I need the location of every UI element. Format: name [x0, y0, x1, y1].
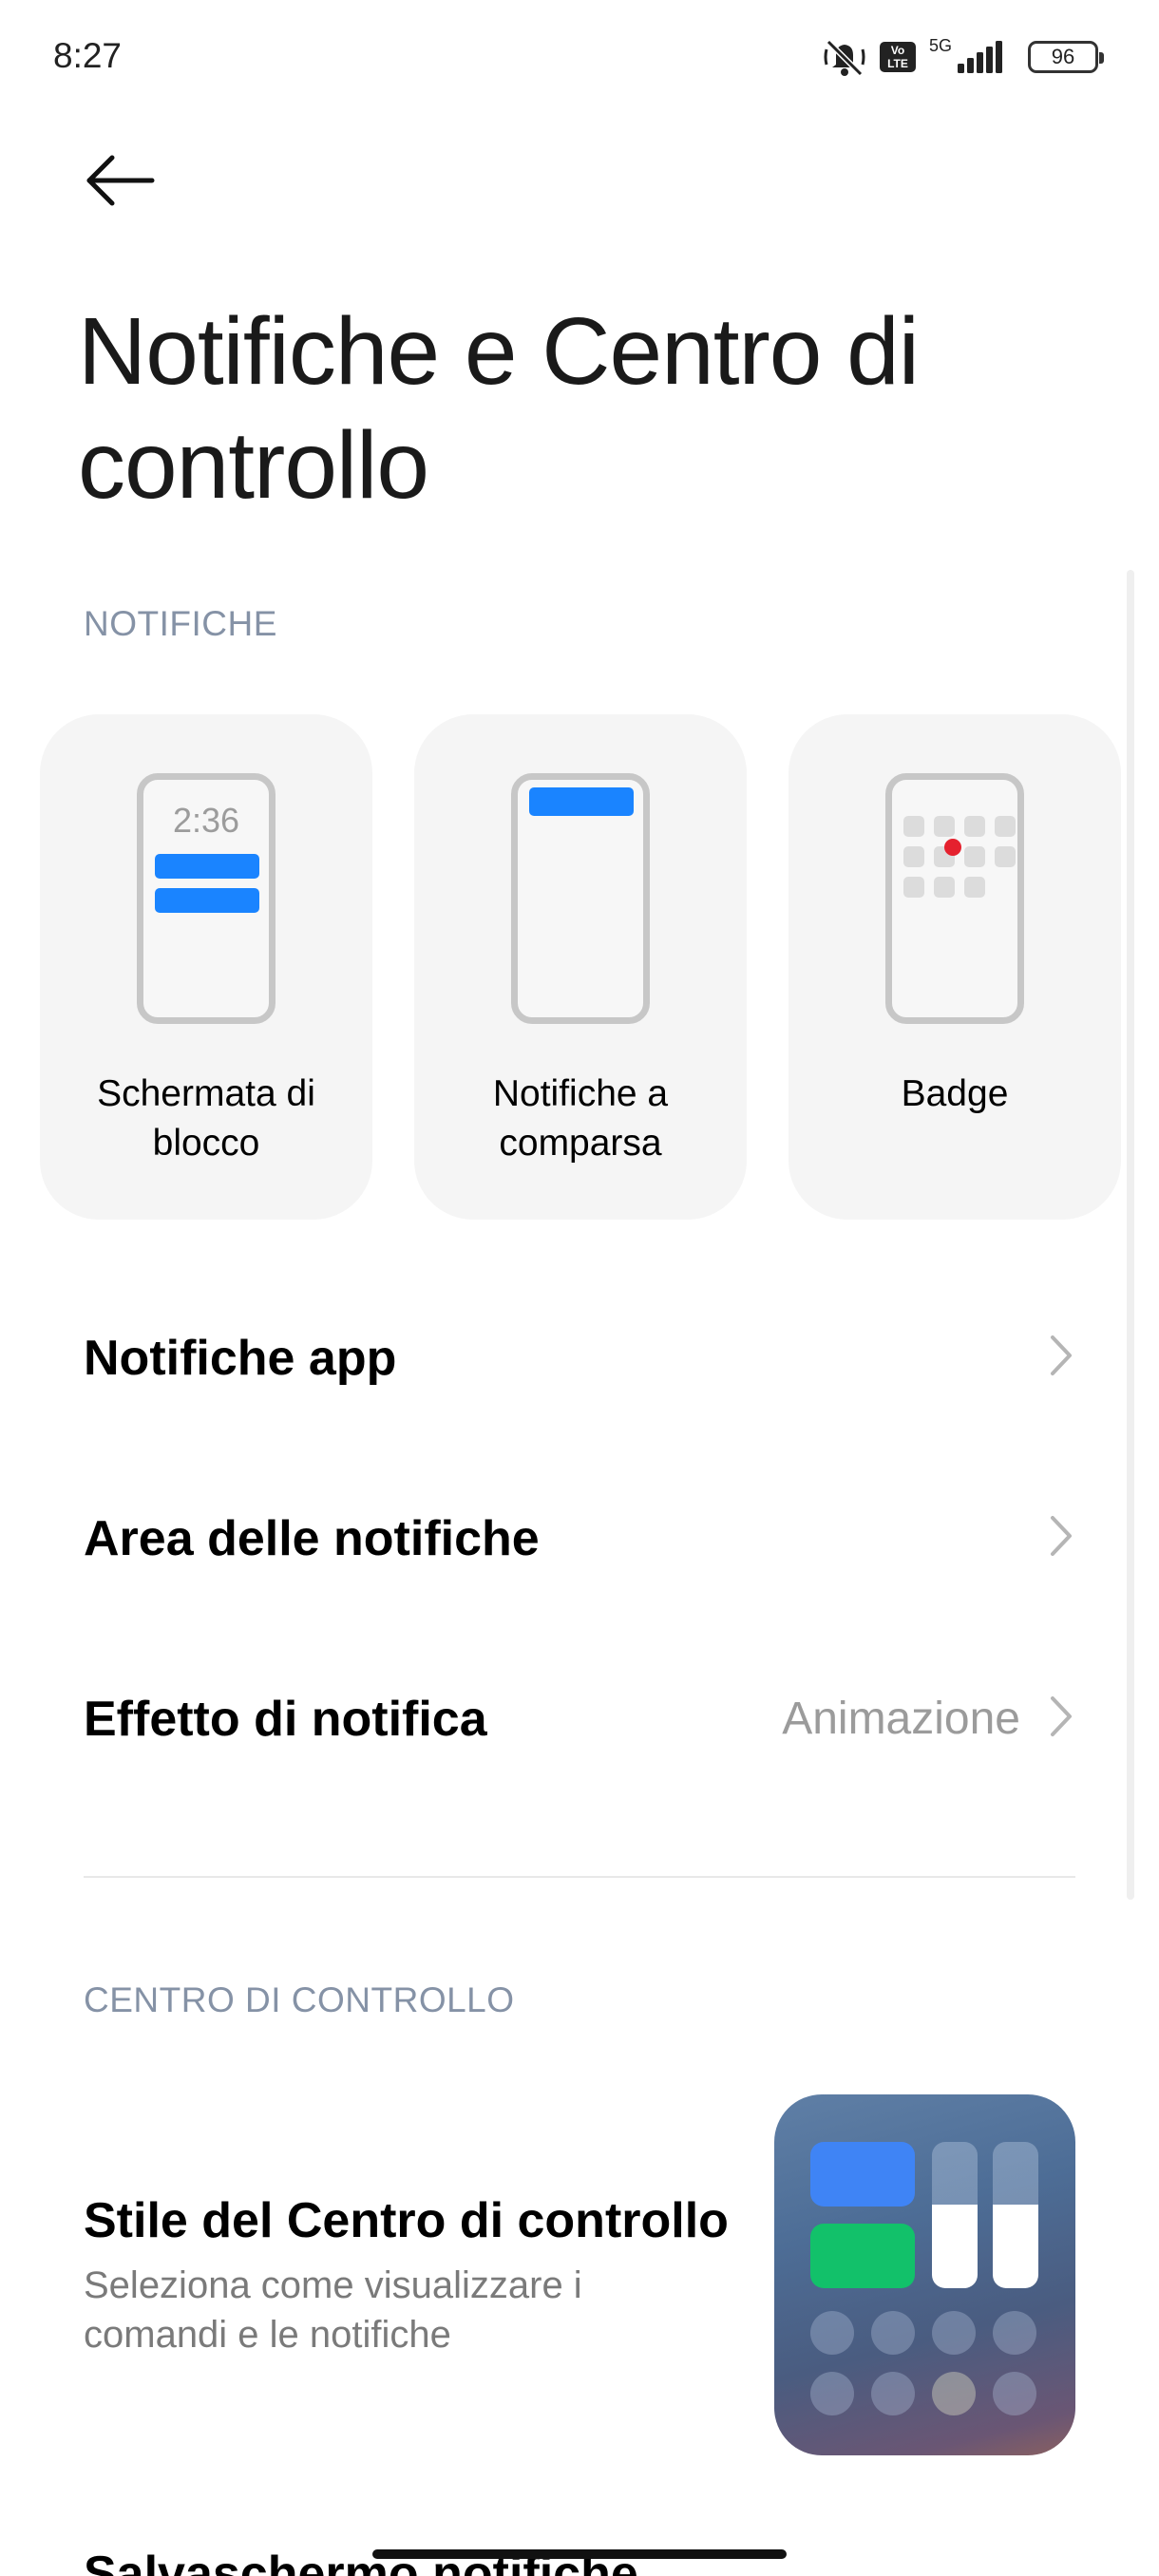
preview-toggle [810, 2311, 854, 2355]
row-label: Notifiche app [84, 1331, 397, 1386]
card-lock-screen[interactable]: 2:36 Schermata di blocco [40, 714, 372, 1220]
status-time: 8:27 [53, 36, 123, 75]
row-value: Animazione [782, 1694, 1020, 1744]
page-title: Notifiche e Centro di controllo [78, 298, 920, 519]
badge-preview-icon [885, 773, 1024, 1024]
preview-toggle [810, 2372, 854, 2415]
chevron-right-icon [1051, 1696, 1072, 1736]
section-divider [84, 1876, 1075, 1878]
preview-slider [932, 2142, 978, 2288]
preview-toggle [871, 2311, 915, 2355]
app-icon-placeholder [934, 816, 955, 837]
preview-tile [810, 2224, 915, 2288]
signal-icon [958, 41, 1005, 73]
notification-style-cards: 2:36 Schermata di blocco Notifiche a com… [40, 714, 1123, 1220]
section-header-control-center: CENTRO DI CONTROLLO [84, 1980, 515, 2019]
status-bar: 8:27 Vo LTE 5G 96 [0, 0, 1159, 114]
badge-dot-icon [944, 839, 961, 856]
app-icon-placeholder [995, 816, 1016, 837]
preview-notification-bar [155, 888, 259, 913]
preview-toggle [932, 2372, 976, 2415]
mute-icon [823, 36, 866, 78]
preview-time: 2:36 [172, 801, 240, 840]
app-icon-placeholder [964, 846, 985, 867]
preview-notification-bar [155, 854, 259, 879]
row-control-center-style[interactable]: Stile del Centro di controllo Seleziona … [84, 2090, 1075, 2460]
section-header-notifications: NOTIFICHE [84, 604, 277, 643]
row-notification-effect[interactable]: Effetto di notifica Animazione [84, 1662, 1075, 1767]
preview-tile [810, 2142, 915, 2207]
app-icon-placeholder [964, 816, 985, 837]
home-indicator[interactable] [372, 2549, 787, 2559]
card-floating-notifications[interactable]: Notifiche a comparsa [414, 714, 747, 1220]
status-icons: Vo LTE 5G 96 [823, 35, 1104, 78]
preview-notification-bar [529, 787, 634, 816]
app-icon-placeholder [903, 846, 924, 867]
card-badge[interactable]: Badge [788, 714, 1121, 1220]
app-icon-placeholder [995, 846, 1016, 867]
row-title: Stile del Centro di controllo [84, 2193, 729, 2248]
card-label: Schermata di blocco [97, 1073, 315, 1164]
floating-notification-preview-icon [511, 773, 650, 1024]
battery-level: 96 [1051, 45, 1075, 68]
app-icon-placeholder [964, 877, 985, 898]
app-icon-placeholder [903, 816, 924, 837]
row-description: Seleziona come visualizzare i comandi e … [84, 2264, 582, 2356]
lock-screen-preview-icon: 2:36 [137, 773, 276, 1024]
back-arrow-icon [86, 155, 155, 206]
row-label: Area delle notifiche [84, 1511, 540, 1566]
preview-toggle [993, 2311, 1036, 2355]
chevron-right-icon [1051, 1335, 1072, 1375]
app-icon-placeholder [903, 877, 924, 898]
scrollbar[interactable] [1127, 570, 1134, 1900]
network-type-label: 5G [928, 35, 952, 55]
preview-slider [993, 2142, 1038, 2288]
preview-toggle [993, 2372, 1036, 2415]
card-label: Badge [901, 1073, 1009, 1114]
battery-icon: 96 [1028, 41, 1104, 73]
chevron-right-icon [1051, 1516, 1072, 1556]
row-app-notifications[interactable]: Notifiche app [84, 1301, 1075, 1406]
preview-toggle [932, 2311, 976, 2355]
control-center-preview-icon [774, 2094, 1075, 2455]
back-button[interactable] [80, 152, 162, 209]
row-label: Effetto di notifica [84, 1692, 487, 1747]
volte-icon: Vo LTE [879, 42, 916, 72]
card-label: Notifiche a comparsa [492, 1073, 669, 1164]
app-icon-placeholder [934, 877, 955, 898]
row-notification-shade[interactable]: Area delle notifiche [84, 1482, 1075, 1586]
preview-toggle [871, 2372, 915, 2415]
